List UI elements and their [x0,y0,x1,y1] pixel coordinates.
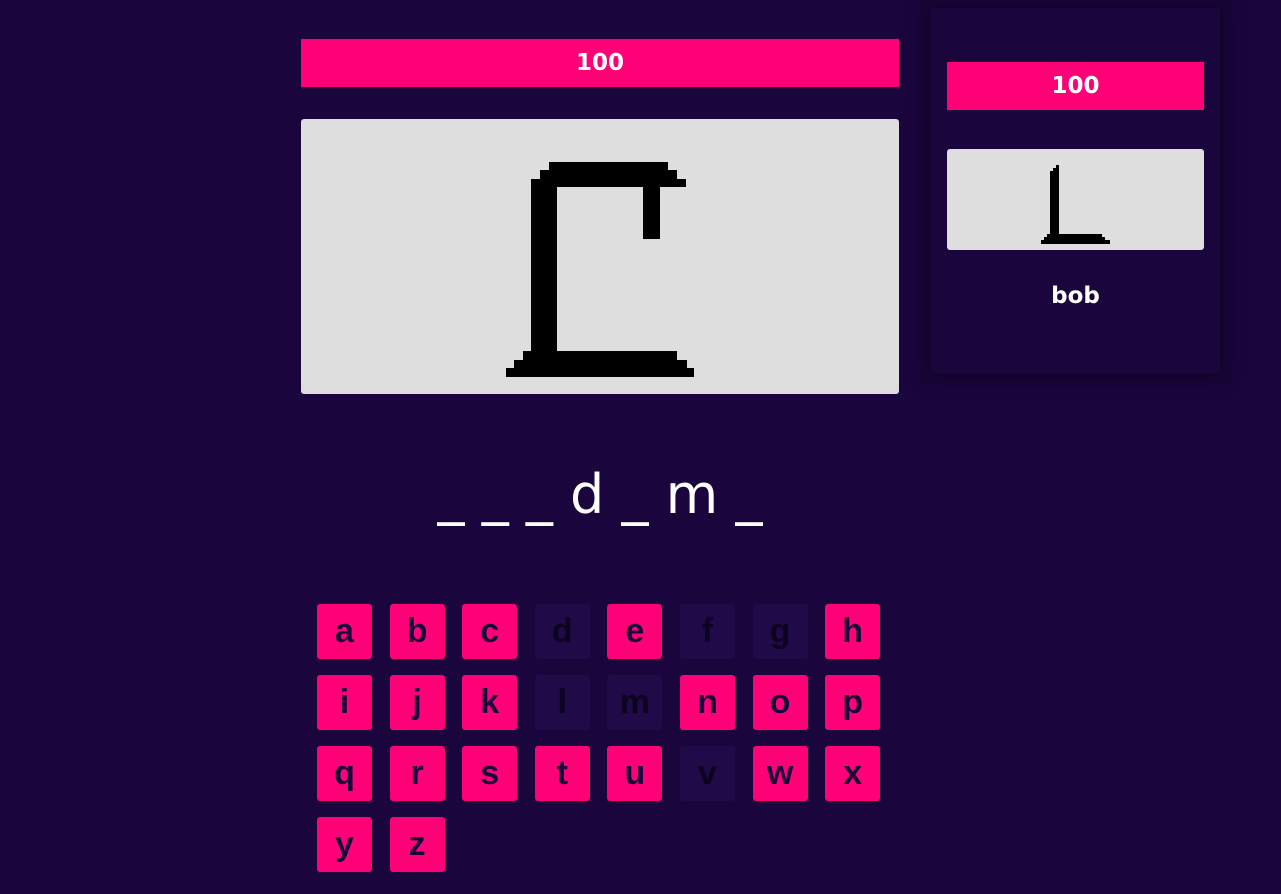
opponent-gallows-base-step-1 [1044,237,1105,240]
key-p[interactable]: p [825,675,881,730]
key-q[interactable]: q [317,746,372,801]
opponent-name: bob [1051,283,1100,309]
key-g: g [752,604,808,659]
key-r[interactable]: r [389,746,445,801]
key-v: v [679,746,735,801]
word-display: _ _ _ d _ m _ [301,460,899,530]
gallows-beam-bottom [557,179,686,187]
opponent-card: 100 bob [931,8,1220,373]
key-j[interactable]: j [389,675,445,730]
gallows-panel [301,119,899,394]
player-score-bar: 100 [301,39,899,87]
gallows-base-step-2 [523,351,677,360]
key-w[interactable]: w [752,746,808,801]
word-letter-revealed: d [570,463,605,526]
key-u[interactable]: u [607,746,663,801]
key-m: m [607,675,663,730]
key-k[interactable]: k [462,675,518,730]
word-letter-blank: _ [621,463,649,526]
key-z[interactable]: z [389,817,445,872]
opponent-gallows-base [1041,240,1110,244]
word-letter-blank: _ [481,463,509,526]
opponent-gallows-panel [947,149,1204,250]
key-i[interactable]: i [317,675,372,730]
key-c[interactable]: c [462,604,518,659]
opponent-gallows-post-tip [1056,165,1059,168]
key-o[interactable]: o [752,675,808,730]
word-letter-revealed: m [665,463,719,526]
opponent-gallows-base-step-2 [1047,234,1102,237]
gallows-drawing [506,162,694,377]
key-f: f [679,604,735,659]
key-l: l [534,675,590,730]
key-b[interactable]: b [389,604,445,659]
gallows-rope [643,187,660,239]
player-score-value: 100 [575,50,624,76]
key-s[interactable]: s [462,746,518,801]
key-t[interactable]: t [534,746,590,801]
key-e[interactable]: e [607,604,663,659]
opponent-score-value: 100 [1051,73,1100,99]
key-x[interactable]: x [825,746,881,801]
key-d: d [534,604,590,659]
opponent-gallows-drawing [1041,165,1110,244]
opponent-score-bar: 100 [947,62,1204,110]
key-n[interactable]: n [679,675,735,730]
gallows-post [531,179,557,351]
word-letter-blank: _ [437,463,465,526]
gallows-base-step-1 [514,360,687,368]
key-h[interactable]: h [825,604,881,659]
gallows-base [506,368,694,377]
key-a[interactable]: a [317,604,372,659]
opponent-gallows-post-top [1053,168,1059,171]
word-letter-blank: _ [525,463,553,526]
gallows-beam-top [549,162,668,170]
key-y[interactable]: y [317,817,372,872]
word-letter-blank: _ [735,463,763,526]
gallows-beam-mid [540,170,677,179]
letter-keyboard: abcdefgh ijklmnop qrstuvwx yz [317,604,887,872]
opponent-gallows-post [1050,171,1059,234]
